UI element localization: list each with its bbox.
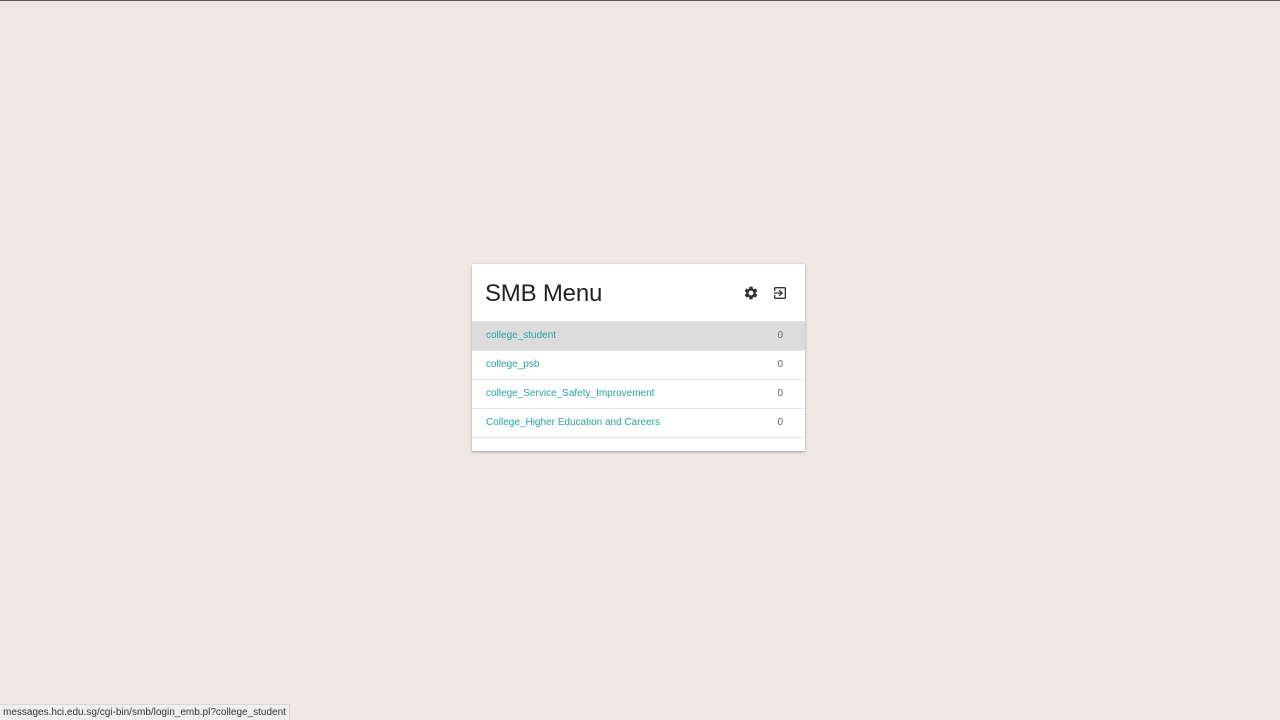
gear-icon[interactable]: [743, 285, 759, 301]
list-item-label[interactable]: college_student: [486, 330, 556, 341]
list-item-label[interactable]: College_Higher Education and Careers: [486, 417, 660, 428]
list-item-label[interactable]: college_psb: [486, 359, 539, 370]
page-title: SMB Menu: [485, 280, 603, 307]
window-top-border: [0, 0, 1280, 1]
list-item-count: 0: [777, 388, 783, 399]
card-header: SMB Menu: [472, 264, 805, 322]
list-item-label[interactable]: college_Service_Safety_Improvement: [486, 388, 654, 399]
list-item[interactable]: college_Service_Safety_Improvement 0: [472, 380, 805, 409]
list-item-count: 0: [777, 359, 783, 370]
menu-list: college_student 0 college_psb 0 college_…: [472, 322, 805, 438]
list-item[interactable]: college_psb 0: [472, 351, 805, 380]
list-item-count: 0: [777, 330, 783, 341]
list-item[interactable]: college_student 0: [472, 322, 805, 351]
status-bar-url: messages.hci.edu.sg/cgi-bin/smb/login_em…: [0, 704, 290, 720]
logout-icon[interactable]: [772, 285, 788, 301]
smb-menu-card: SMB Menu college_student 0 college_psb 0…: [472, 264, 805, 451]
list-item[interactable]: College_Higher Education and Careers 0: [472, 409, 805, 438]
list-item-count: 0: [777, 417, 783, 428]
